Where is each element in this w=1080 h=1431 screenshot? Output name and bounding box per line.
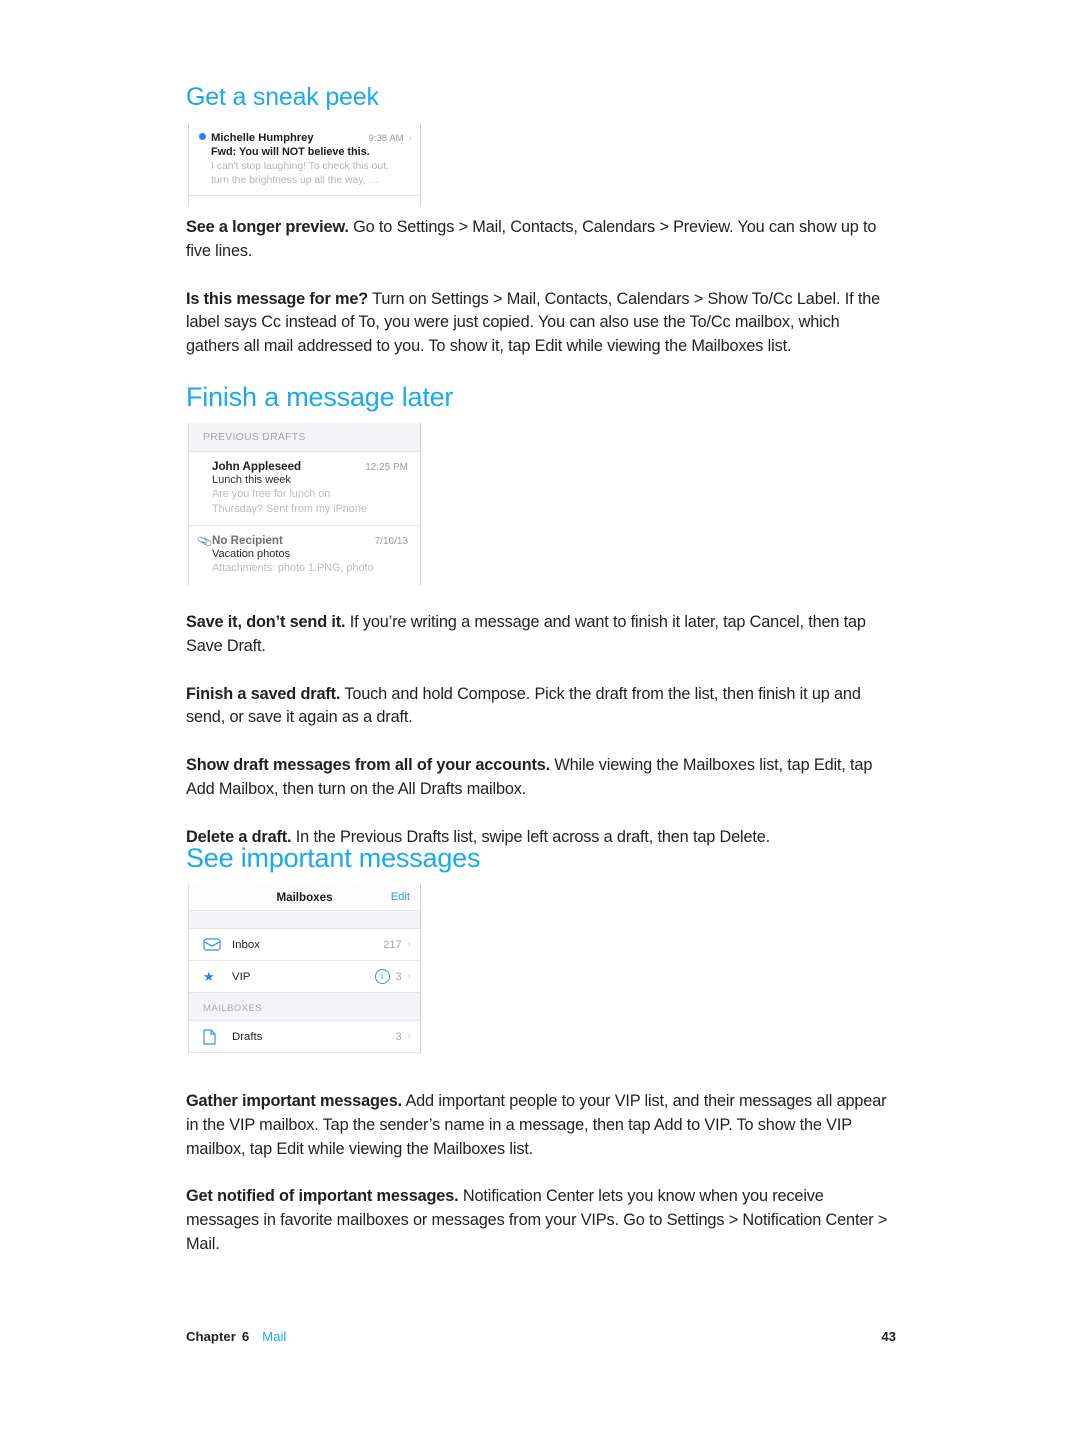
page-footer: Chapter 6 Mail 43 bbox=[186, 1329, 896, 1344]
chevron-right-icon: › bbox=[407, 970, 411, 982]
mailbox-count: 3 bbox=[395, 970, 402, 983]
paragraph: Get notified of important messages. Noti… bbox=[186, 1185, 896, 1256]
drafts-section-header: PREVIOUS DRAFTS bbox=[189, 423, 420, 452]
draft-list-item[interactable]: 📎 No Recipient 7/10/13 Vacation photos A… bbox=[189, 526, 420, 585]
paragraph-lead: Gather important messages. bbox=[186, 1092, 402, 1110]
mail-preview-body-line2: turn the brightness up all the way, … bbox=[211, 175, 379, 186]
screenshot-previous-drafts: PREVIOUS DRAFTS John Appleseed 12:25 PM … bbox=[186, 423, 423, 585]
draft-recipient: John Appleseed bbox=[212, 460, 302, 473]
mailbox-label: Inbox bbox=[232, 938, 260, 951]
document-icon bbox=[203, 1028, 223, 1045]
draft-snippet-line2: Thursday? Sent from my iPhone bbox=[212, 502, 367, 515]
paragraph: Gather important messages. Add important… bbox=[186, 1090, 896, 1161]
draft-date: 7/10/13 bbox=[374, 536, 408, 547]
paragraph-lead: Get notified of important messages. bbox=[186, 1187, 459, 1206]
section-heading-sneak-peek: Get a sneak peek bbox=[186, 83, 379, 111]
footer-chapter-number: 6 bbox=[241, 1329, 250, 1344]
mailbox-row-drafts[interactable]: Drafts 3 › bbox=[189, 1021, 420, 1053]
draft-subject: Vacation photos bbox=[212, 548, 291, 560]
paragraph: Show draft messages from all of your acc… bbox=[186, 754, 896, 802]
section-heading-finish-message-later: Finish a message later bbox=[186, 382, 454, 412]
paragraph-lead: See a longer preview. bbox=[186, 218, 349, 236]
draft-recipient: No Recipient bbox=[212, 534, 283, 547]
paragraph: Save it, don’t send it. If you’re writin… bbox=[186, 611, 896, 659]
section-important-messages-paragraphs: Gather important messages. Add important… bbox=[186, 1090, 896, 1257]
paragraph: See a longer preview. Go to Settings > M… bbox=[186, 216, 896, 264]
section-sneak-peek-paragraphs: See a longer preview. Go to Settings > M… bbox=[186, 216, 896, 359]
chevron-right-icon: › bbox=[408, 133, 412, 144]
screenshot-mail-preview: Michelle Humphrey 9:38 AM › Fwd: You wil… bbox=[186, 124, 423, 206]
section-finish-a-message-later: Finish a message later bbox=[186, 381, 896, 413]
screenshot-mailboxes: Mailboxes Edit Inbox 217 › ★ VIP i 3 › M… bbox=[186, 884, 423, 1053]
paragraph: Is this message for me? Turn on Settings… bbox=[186, 288, 896, 359]
paragraph-lead: Show draft messages from all of your acc… bbox=[186, 756, 551, 775]
footer-page-number: 43 bbox=[881, 1329, 896, 1344]
mailbox-label: VIP bbox=[232, 970, 251, 983]
mailboxes-title: Mailboxes bbox=[276, 890, 333, 904]
mail-preview-row[interactable]: Michelle Humphrey 9:38 AM › Fwd: You wil… bbox=[189, 124, 420, 196]
inbox-icon bbox=[203, 938, 223, 951]
paragraph-lead: Save it, don’t send it. bbox=[186, 613, 346, 631]
mail-preview-sender: Michelle Humphrey bbox=[211, 132, 314, 144]
paragraph: Finish a saved draft. Touch and hold Com… bbox=[186, 683, 896, 731]
info-icon[interactable]: i bbox=[374, 969, 390, 984]
section-get-a-sneak-peek: Get a sneak peek bbox=[186, 82, 896, 112]
section-heading-see-important-messages: See important messages bbox=[186, 843, 481, 873]
paragraph-lead: Finish a saved draft. bbox=[186, 684, 341, 703]
mail-preview-time: 9:38 AM bbox=[368, 133, 404, 144]
mail-preview-body-line1: I can't stop laughing! To check this out… bbox=[211, 161, 389, 172]
edit-button[interactable]: Edit bbox=[391, 891, 410, 903]
paperclip-icon: 📎 bbox=[196, 533, 214, 550]
manual-page: Get a sneak peek Michelle Humphrey 9:38 … bbox=[0, 0, 1080, 1431]
chevron-right-icon: › bbox=[407, 1030, 411, 1042]
section-see-important-messages: See important messages bbox=[186, 842, 896, 874]
mail-preview-subject: Fwd: You will NOT believe this. bbox=[211, 146, 370, 158]
mailboxes-spacer bbox=[189, 911, 420, 929]
draft-subject: Lunch this week bbox=[212, 474, 291, 486]
mail-preview-fade bbox=[189, 196, 420, 206]
chevron-right-icon: › bbox=[407, 938, 411, 950]
mailbox-row-inbox[interactable]: Inbox 217 › bbox=[189, 929, 420, 961]
mailbox-label: Drafts bbox=[232, 1030, 263, 1043]
draft-date: 12:25 PM bbox=[365, 462, 408, 473]
draft-list-item[interactable]: John Appleseed 12:25 PM Lunch this week … bbox=[189, 452, 420, 526]
mailboxes-section-header: MAILBOXES bbox=[189, 993, 420, 1021]
paragraph-lead: Is this message for me? bbox=[186, 289, 369, 308]
mailbox-count: 3 bbox=[395, 1030, 402, 1043]
footer-chapter-label: Chapter bbox=[186, 1329, 236, 1344]
footer-app-link[interactable]: Mail bbox=[262, 1329, 286, 1344]
mailboxes-navbar: Mailboxes Edit bbox=[189, 884, 420, 911]
section-finish-message-paragraphs: Save it, don’t send it. If you’re writin… bbox=[186, 611, 896, 850]
star-icon: ★ bbox=[203, 969, 215, 984]
mailbox-row-vip[interactable]: ★ VIP i 3 › bbox=[189, 961, 420, 993]
draft-snippet-line1: Are you free for lunch on bbox=[212, 488, 331, 500]
mailbox-count: 217 bbox=[383, 938, 402, 951]
unread-dot-icon bbox=[199, 133, 206, 140]
draft-snippet-line1: Attachments: photo 1.PNG, photo bbox=[212, 562, 374, 574]
